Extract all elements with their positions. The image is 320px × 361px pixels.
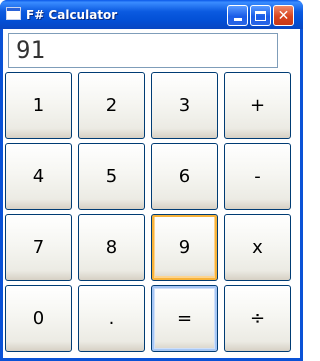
multiply-button[interactable]: x — [224, 214, 291, 281]
decimal-button[interactable]: . — [78, 285, 145, 352]
divide-button[interactable]: ÷ — [224, 285, 291, 352]
add-button[interactable]: + — [224, 72, 291, 139]
result-display[interactable]: 91 — [8, 33, 278, 68]
calculator-window: F# Calculator ✕ 91 1 2 3 + 4 5 6 - 7 8 9… — [0, 0, 303, 361]
key-7-button[interactable]: 7 — [5, 214, 72, 281]
subtract-button[interactable]: - — [224, 143, 291, 210]
window-title: F# Calculator — [26, 8, 118, 22]
maximize-button[interactable] — [250, 5, 271, 26]
key-5-button[interactable]: 5 — [78, 143, 145, 210]
close-icon: ✕ — [277, 7, 290, 24]
key-2-button[interactable]: 2 — [78, 72, 145, 139]
minimize-icon — [233, 18, 242, 21]
window-icon[interactable] — [6, 7, 21, 20]
maximize-icon — [255, 10, 266, 21]
calculator-body: 91 1 2 3 + 4 5 6 - 7 8 9 x 0 . = ÷ — [3, 29, 300, 358]
key-1-button[interactable]: 1 — [5, 72, 72, 139]
key-4-button[interactable]: 4 — [5, 143, 72, 210]
key-0-button[interactable]: 0 — [5, 285, 72, 352]
close-button[interactable]: ✕ — [273, 5, 294, 26]
equals-button[interactable]: = — [151, 285, 218, 352]
title-bar[interactable]: F# Calculator ✕ — [0, 0, 303, 29]
key-3-button[interactable]: 3 — [151, 72, 218, 139]
minimize-button[interactable] — [227, 5, 248, 26]
key-6-button[interactable]: 6 — [151, 143, 218, 210]
key-9-button[interactable]: 9 — [151, 214, 218, 281]
key-8-button[interactable]: 8 — [78, 214, 145, 281]
